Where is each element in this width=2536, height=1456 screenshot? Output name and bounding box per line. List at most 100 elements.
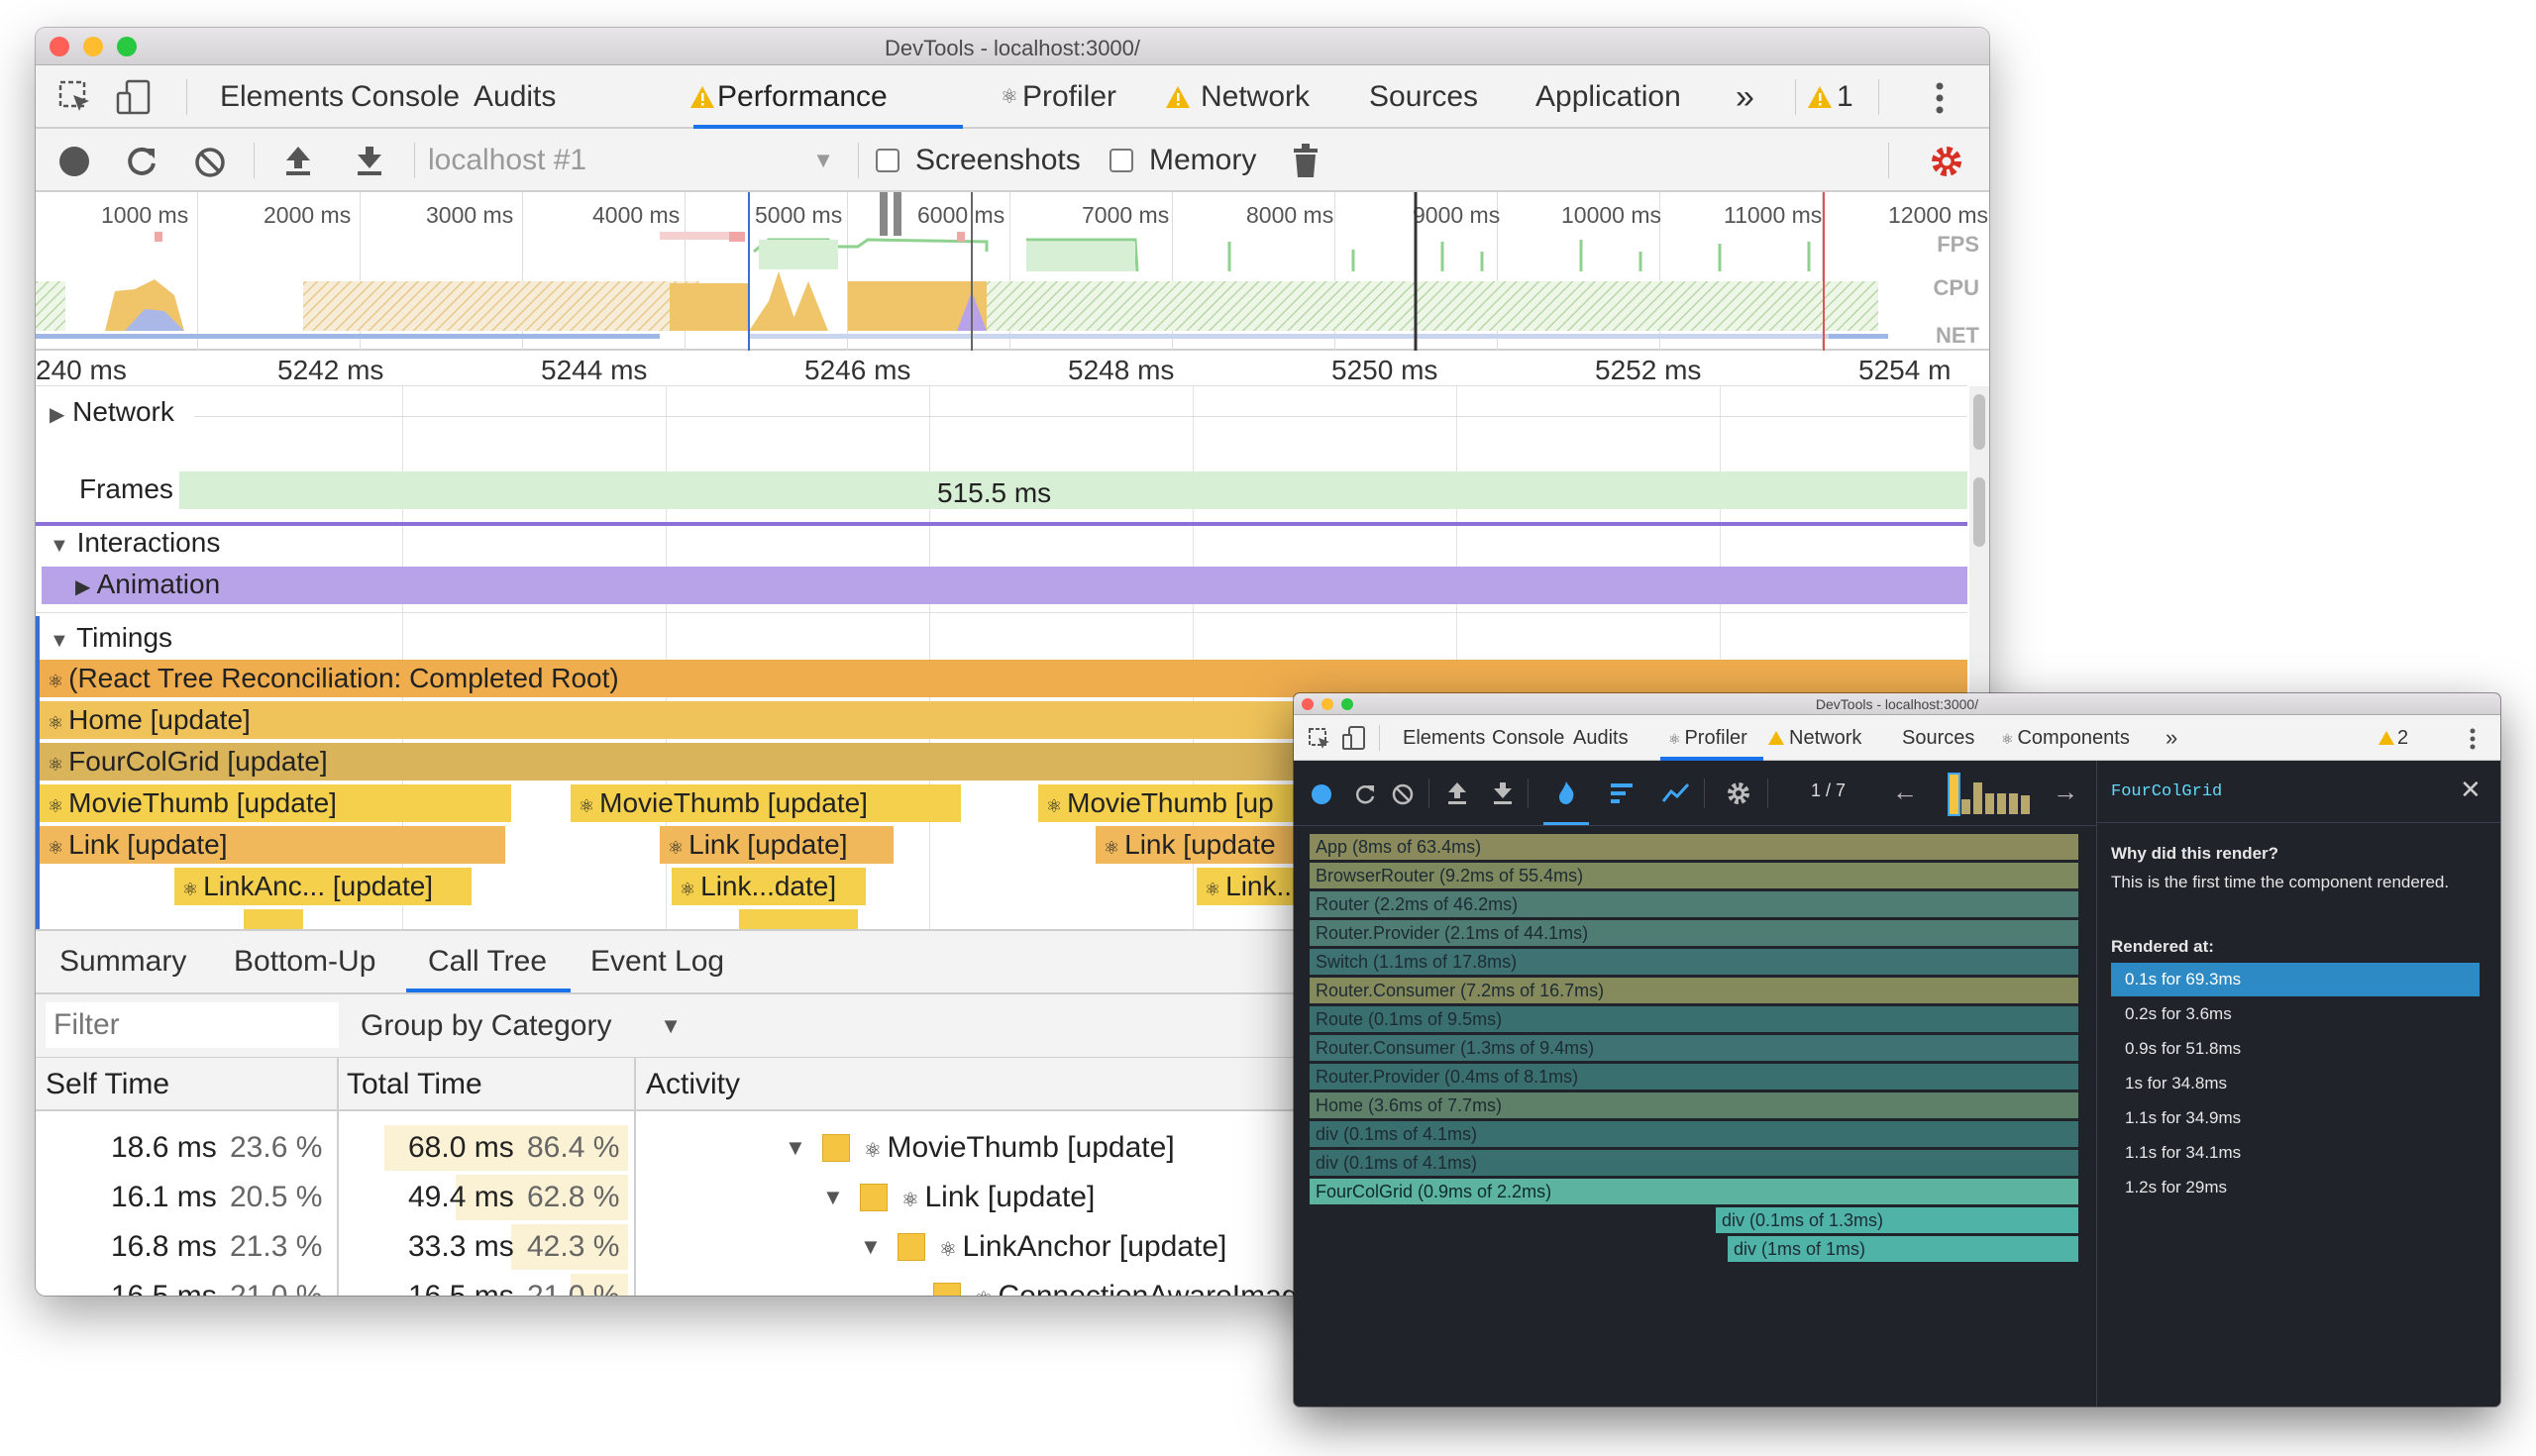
- flamegraph-node[interactable]: App (8ms of 63.4ms): [1310, 834, 2078, 860]
- commit-bar[interactable]: [1973, 782, 1982, 814]
- flamegraph-node[interactable]: Router.Provider (2.1ms of 44.1ms): [1310, 920, 2078, 946]
- rendered-at-item[interactable]: 1.1s for 34.1ms: [2111, 1136, 2480, 1170]
- triangle-down-icon[interactable]: ▼: [822, 1173, 844, 1222]
- column-self-time[interactable]: Self Time: [46, 1058, 169, 1111]
- timing-bar[interactable]: [739, 909, 858, 929]
- timeline-overview[interactable]: 1000 ms 2000 ms 3000 ms 4000 ms 5000 ms …: [36, 192, 1989, 351]
- gear-icon[interactable]: [1726, 780, 1751, 806]
- next-commit-button[interactable]: →: [2053, 777, 2078, 807]
- screenshots-checkbox[interactable]: [876, 149, 899, 172]
- gear-icon[interactable]: [1928, 143, 1965, 180]
- close-icon[interactable]: ✕: [2460, 775, 2482, 805]
- rendered-at-item[interactable]: 0.1s for 69.3ms: [2111, 963, 2480, 996]
- inspect-element-icon[interactable]: [1308, 727, 1331, 751]
- previous-commit-button[interactable]: ←: [1892, 777, 1918, 807]
- more-tabs-button[interactable]: »: [2166, 715, 2177, 761]
- tab-console[interactable]: Console: [1492, 715, 1564, 761]
- scrollbar-thumb[interactable]: [1973, 477, 1985, 547]
- flamegraph-node[interactable]: div (0.1ms of 4.1ms): [1310, 1150, 2078, 1176]
- flamegraph-node[interactable]: Home (3.6ms of 7.7ms): [1310, 1092, 2078, 1118]
- commit-bar[interactable]: [1948, 773, 1960, 816]
- tab-sources[interactable]: Sources: [1902, 715, 1974, 761]
- rendered-at-item[interactable]: 1.1s for 34.9ms: [2111, 1101, 2480, 1135]
- profile-select[interactable]: localhost #1 ▼: [428, 129, 844, 192]
- download-icon[interactable]: [1492, 780, 1514, 806]
- column-activity[interactable]: Activity: [646, 1058, 740, 1111]
- timing-bar[interactable]: ⚛ LinkAnc... [update]: [174, 868, 472, 905]
- tab-event-log[interactable]: Event Log: [590, 931, 724, 992]
- flamegraph-node[interactable]: Switch (1.1ms of 17.8ms): [1310, 949, 2078, 975]
- filter-input[interactable]: [46, 1002, 339, 1048]
- tab-components[interactable]: ⚛ Components: [2001, 715, 2130, 761]
- column-total-time[interactable]: Total Time: [347, 1058, 482, 1111]
- commit-bar[interactable]: [1985, 793, 1994, 814]
- inspect-element-icon[interactable]: [57, 79, 93, 115]
- timing-bar[interactable]: [244, 909, 303, 929]
- commit-bar[interactable]: [2021, 795, 2030, 814]
- group-by-select[interactable]: Group by Category ▼: [361, 994, 682, 1058]
- warnings-counter[interactable]: 2: [2378, 715, 2408, 761]
- clear-icon[interactable]: [194, 147, 226, 178]
- more-tabs-button[interactable]: »: [1736, 65, 1754, 129]
- commit-bar-chart[interactable]: [1948, 773, 2033, 816]
- tab-application[interactable]: Application: [1535, 65, 1681, 129]
- reload-icon[interactable]: [1353, 782, 1377, 806]
- flamegraph-node[interactable]: Router.Consumer (1.3ms of 9.4ms): [1310, 1035, 2078, 1061]
- animation-track-toggle[interactable]: ▶ Animation: [75, 569, 220, 600]
- kebab-menu-icon[interactable]: [2469, 727, 2477, 751]
- download-icon[interactable]: [355, 145, 384, 176]
- tab-profiler[interactable]: ⚛ Profiler: [1001, 65, 1116, 129]
- interactions-track-toggle[interactable]: ▼ Interactions: [50, 527, 220, 559]
- rendered-at-item[interactable]: 0.2s for 3.6ms: [2111, 997, 2480, 1031]
- tab-elements[interactable]: Elements: [1403, 715, 1485, 761]
- timing-bar[interactable]: ⚛ Link...date]: [672, 868, 866, 905]
- flamegraph-node[interactable]: BrowserRouter (9.2ms of 55.4ms): [1310, 863, 2078, 888]
- clear-icon[interactable]: [1391, 782, 1415, 806]
- reload-icon[interactable]: [125, 145, 158, 178]
- flamegraph-node[interactable]: Router.Consumer (7.2ms of 16.7ms): [1310, 978, 2078, 1003]
- warnings-counter[interactable]: 1: [1808, 65, 1853, 129]
- rendered-at-item[interactable]: 1.2s for 29ms: [2111, 1171, 2480, 1204]
- flamegraph-node[interactable]: Router.Provider (0.4ms of 8.1ms): [1310, 1064, 2078, 1090]
- memory-checkbox[interactable]: [1110, 149, 1133, 172]
- commit-bar[interactable]: [1997, 793, 2006, 814]
- triangle-down-icon[interactable]: ▼: [785, 1123, 806, 1173]
- timing-bar[interactable]: ⚛ (React Tree Reconciliation: Completed …: [40, 660, 1967, 697]
- timing-bar[interactable]: ⚛ Link [update]: [660, 826, 894, 864]
- flamegraph-node[interactable]: Router (2.2ms of 46.2ms): [1310, 891, 2078, 917]
- rendered-at-item[interactable]: 0.9s for 51.8ms: [2111, 1032, 2480, 1066]
- tab-bottom-up[interactable]: Bottom-Up: [234, 931, 375, 992]
- device-toolbar-icon[interactable]: [1341, 725, 1367, 753]
- tab-performance[interactable]: Performance: [690, 65, 888, 129]
- animation-track[interactable]: [36, 567, 1967, 604]
- kebab-menu-icon[interactable]: [1934, 81, 1946, 115]
- flame-chart-icon[interactable]: [1555, 780, 1577, 806]
- record-button[interactable]: [59, 147, 89, 176]
- flamegraph-node[interactable]: div (0.1ms of 4.1ms): [1310, 1121, 2078, 1147]
- trash-icon[interactable]: [1292, 143, 1320, 178]
- tab-summary[interactable]: Summary: [59, 931, 186, 992]
- tab-console[interactable]: Console: [351, 65, 460, 129]
- triangle-down-icon[interactable]: ▼: [860, 1222, 882, 1272]
- record-button[interactable]: [1312, 784, 1331, 804]
- rendered-at-item[interactable]: 1s for 34.8ms: [2111, 1067, 2480, 1100]
- tab-network[interactable]: Network: [1166, 65, 1310, 129]
- commit-bar[interactable]: [1961, 799, 1970, 814]
- tab-audits[interactable]: Audits: [1573, 715, 1629, 761]
- timings-track-toggle[interactable]: ▼ Timings: [50, 622, 172, 654]
- device-toolbar-icon[interactable]: [115, 77, 155, 117]
- commit-bar[interactable]: [2009, 793, 2018, 814]
- react-flamegraph[interactable]: App (8ms of 63.4ms) BrowserRouter (9.2ms …: [1294, 826, 2096, 1406]
- tab-elements[interactable]: Elements: [220, 65, 344, 129]
- timing-bar[interactable]: ⚛ MovieThumb [update]: [571, 784, 961, 822]
- timing-bar[interactable]: ⚛ Link [update]: [40, 826, 505, 864]
- flamegraph-node[interactable]: div (0.1ms of 1.3ms): [1716, 1207, 2078, 1233]
- scrollbar-thumb[interactable]: [1973, 394, 1985, 450]
- upload-icon[interactable]: [1446, 780, 1468, 806]
- tab-network[interactable]: Network: [1768, 715, 1861, 761]
- tab-audits[interactable]: Audits: [474, 65, 556, 129]
- upload-icon[interactable]: [283, 145, 313, 176]
- tab-sources[interactable]: Sources: [1369, 65, 1478, 129]
- interactions-icon[interactable]: [1662, 782, 1690, 804]
- network-track-toggle[interactable]: ▶ Network: [50, 396, 174, 428]
